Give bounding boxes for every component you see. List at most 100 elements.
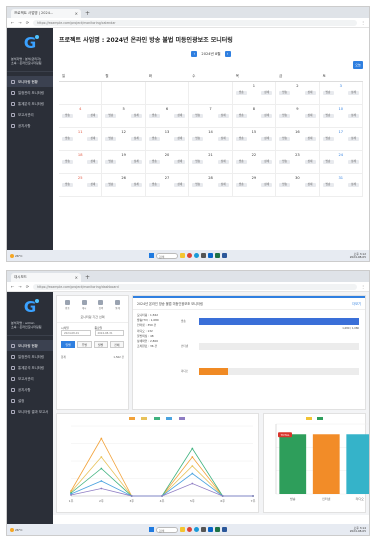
calendar-day[interactable]: 29 방송 상세 — [232, 174, 277, 197]
day-chip[interactable]: 방송 — [105, 114, 117, 118]
day-chip[interactable]: 방송 — [62, 160, 73, 164]
day-chip[interactable]: 상세 — [261, 114, 273, 118]
day-chip[interactable]: 방송 — [322, 183, 334, 187]
sidebar-item[interactable]: 통계분석 모니터링 — [7, 362, 53, 373]
store-icon[interactable] — [200, 527, 206, 532]
sidebar-item[interactable]: 일정관리 모니터링 — [7, 351, 53, 362]
day-chip[interactable]: 방송 — [279, 91, 291, 95]
day-chip[interactable]: 방송 — [62, 137, 73, 141]
taskbar-search[interactable]: 검색 — [155, 526, 178, 533]
day-chip[interactable]: 방송 — [148, 183, 160, 187]
sidebar-item[interactable]: 공지사항 — [7, 120, 53, 131]
calendar-day[interactable]: 14 방송 상세 — [189, 128, 233, 151]
calendar-day[interactable]: 5 방송 상세 — [102, 105, 146, 128]
period-button[interactable]: 월별 — [93, 341, 108, 348]
mail-icon[interactable] — [207, 527, 213, 532]
calendar-day[interactable]: 11 방송 상세 — [59, 128, 103, 151]
day-chip[interactable]: 상세 — [87, 137, 99, 141]
category-button[interactable]: 게시 — [81, 300, 87, 310]
calendar-day[interactable]: 15 방송 상세 — [232, 128, 277, 151]
edge-icon[interactable] — [193, 253, 199, 258]
calendar-day[interactable]: 10 방송 상세 — [319, 105, 363, 128]
sidebar-item[interactable]: 보고서관리 — [7, 373, 53, 384]
calendar-day[interactable]: 8 방송 상세 — [232, 105, 277, 128]
sidebar-item[interactable]: 모니터링 현황 — [7, 340, 53, 351]
day-chip[interactable]: 상세 — [87, 160, 99, 164]
stats-more-link[interactable]: 더보기 — [352, 301, 361, 306]
day-chip[interactable]: 방송 — [235, 91, 247, 95]
new-tab-icon[interactable]: + — [85, 9, 90, 18]
day-chip[interactable]: 상세 — [261, 183, 273, 187]
day-chip[interactable]: 상세 — [347, 137, 359, 141]
sidebar-item[interactable]: 설정 — [7, 395, 53, 406]
day-chip[interactable]: 상세 — [217, 183, 229, 187]
period-button[interactable]: 전체 — [109, 341, 124, 348]
day-chip[interactable]: 상세 — [130, 114, 142, 118]
taskbar-search[interactable]: 검색 — [155, 252, 178, 259]
day-chip[interactable]: 상세 — [304, 160, 316, 164]
windows-start-icon[interactable] — [148, 253, 154, 258]
word-icon[interactable] — [221, 527, 227, 532]
day-chip[interactable]: 상세 — [174, 137, 186, 141]
weather-widget[interactable]: 26°C — [10, 527, 26, 533]
day-chip[interactable]: 상세 — [261, 91, 273, 95]
today-button[interactable]: 오늘 — [353, 61, 363, 69]
day-chip[interactable]: 방송 — [322, 91, 334, 95]
day-chip[interactable]: 상세 — [347, 160, 359, 164]
calendar-day[interactable]: 2 방송 상세 — [276, 82, 320, 105]
calendar-day[interactable]: 3 방송 상세 — [319, 82, 363, 105]
g-logo-icon[interactable]: G — [21, 298, 39, 316]
day-chip[interactable]: 상세 — [174, 160, 186, 164]
calendar-day[interactable]: 22 방송 상세 — [232, 151, 277, 174]
day-chip[interactable]: 방송 — [192, 183, 204, 187]
day-chip[interactable]: 방송 — [235, 160, 247, 164]
calendar-day[interactable]: 20 방송 상세 — [145, 151, 190, 174]
calendar-day[interactable]: 31 방송 상세 — [319, 174, 363, 197]
calendar-day[interactable]: 19 방송 상세 — [102, 151, 146, 174]
calendar-day[interactable]: 23 방송 상세 — [276, 151, 320, 174]
day-chip[interactable]: 방송 — [105, 183, 117, 187]
forward-icon[interactable]: → — [18, 20, 21, 25]
category-button[interactable]: 검색 — [98, 300, 104, 310]
calendar-day[interactable]: 12 방송 상세 — [102, 128, 146, 151]
day-chip[interactable]: 방송 — [148, 160, 160, 164]
day-chip[interactable]: 방송 — [235, 183, 247, 187]
browser-tab[interactable]: 대시보드 × — [11, 273, 81, 282]
new-tab-icon[interactable]: + — [85, 273, 90, 282]
system-clock[interactable]: 오후 3:14 2024-08-05 — [350, 526, 366, 533]
sidebar-item[interactable]: 모니터링 결과 보고서 — [7, 406, 53, 417]
day-chip[interactable]: 방송 — [279, 137, 291, 141]
calendar-day[interactable]: 17 방송 상세 — [319, 128, 363, 151]
menu-icon[interactable]: ⋮ — [361, 284, 365, 289]
calendar-day[interactable]: 24 방송 상세 — [319, 151, 363, 174]
day-chip[interactable]: 상세 — [87, 183, 99, 187]
day-chip[interactable]: 방송 — [322, 160, 334, 164]
sidebar-item[interactable]: 통계분석 모니터링 — [7, 98, 53, 109]
day-chip[interactable]: 상세 — [261, 137, 273, 141]
day-chip[interactable]: 방송 — [322, 137, 334, 141]
back-icon[interactable]: ← — [11, 284, 14, 289]
day-chip[interactable]: 방송 — [279, 114, 291, 118]
period-button[interactable]: 주별 — [77, 341, 92, 348]
calendar-day[interactable]: 30 방송 상세 — [276, 174, 320, 197]
day-chip[interactable]: 방송 — [105, 137, 117, 141]
day-chip[interactable]: 상세 — [347, 114, 359, 118]
mail-icon[interactable] — [207, 253, 213, 258]
chrome-icon[interactable] — [186, 527, 192, 532]
calendar-day[interactable]: 9 방송 상세 — [276, 105, 320, 128]
category-button[interactable]: 통계 — [115, 300, 121, 310]
calendar-day[interactable]: 7 방송 상세 — [189, 105, 233, 128]
calendar-day[interactable]: 26 방송 상세 — [102, 174, 146, 197]
day-chip[interactable]: 방송 — [322, 114, 334, 118]
day-chip[interactable]: 방송 — [192, 160, 204, 164]
day-chip[interactable]: 상세 — [174, 183, 186, 187]
browser-tab[interactable]: 프로젝트 사업명 | 2024... × — [11, 9, 81, 18]
explorer-icon[interactable] — [179, 253, 185, 258]
reload-icon[interactable]: ⟳ — [26, 20, 29, 25]
day-chip[interactable]: 방송 — [279, 160, 291, 164]
reload-icon[interactable]: ⟳ — [26, 284, 29, 289]
sidebar-item[interactable]: 보고서관리 — [7, 109, 53, 120]
day-chip[interactable]: 상세 — [347, 91, 359, 95]
g-logo-icon[interactable]: G — [21, 34, 39, 52]
excel-icon[interactable] — [214, 253, 220, 258]
